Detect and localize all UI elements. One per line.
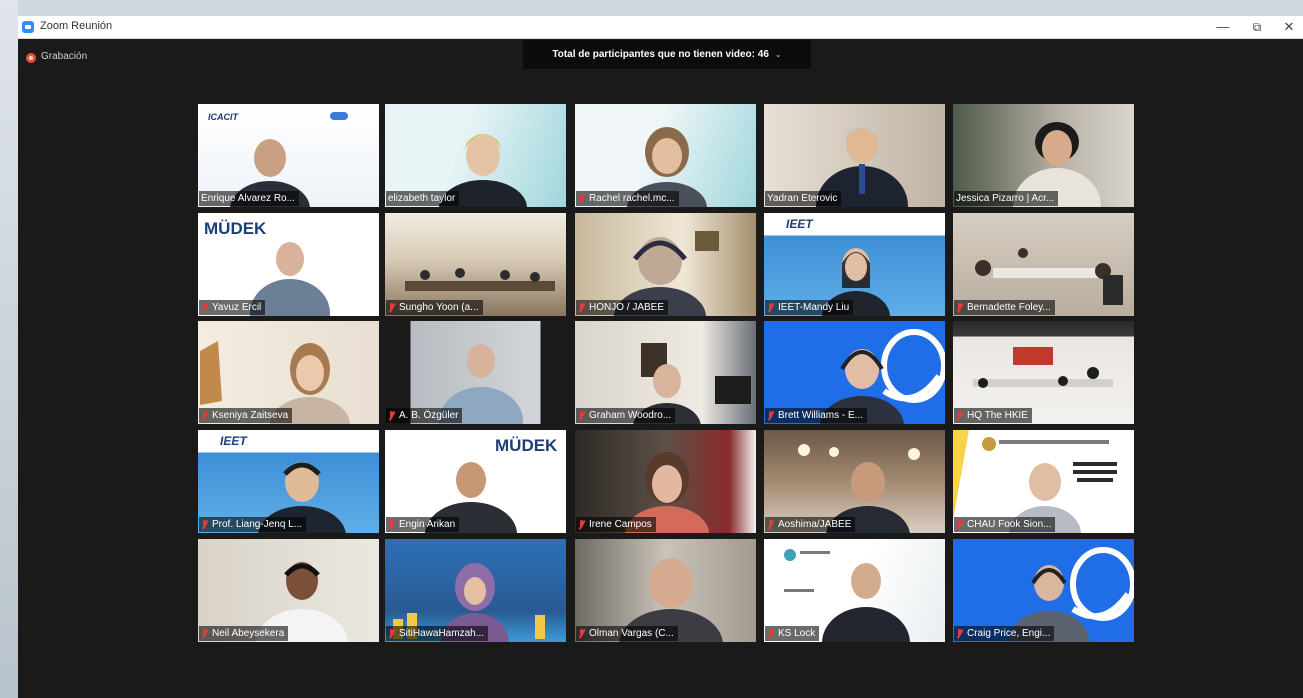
- participant-name: Yavuz Ercil: [199, 300, 266, 315]
- video-tile[interactable]: Yadran Eterovic: [764, 104, 945, 207]
- no-video-participants-banner[interactable]: Total de participantes que no tienen vid…: [523, 40, 811, 69]
- participant-name: Olman Vargas (C...: [576, 626, 678, 641]
- video-tile[interactable]: SitiHawaHamzah...: [385, 539, 566, 642]
- zoom-app-icon: [22, 21, 34, 33]
- muted-microphone-icon: [956, 302, 963, 313]
- video-tile[interactable]: Olman Vargas (C...: [575, 539, 756, 642]
- video-tile[interactable]: HQ The HKIE: [953, 321, 1134, 424]
- muted-microphone-icon: [388, 519, 395, 530]
- muted-microphone-icon: [201, 628, 208, 639]
- muted-microphone-icon: [201, 302, 208, 313]
- muted-microphone-icon: [578, 193, 585, 204]
- banner-text: Total de participantes que no tienen vid…: [552, 49, 769, 60]
- video-tile[interactable]: Kseniya Zaitseva: [198, 321, 379, 424]
- recording-label: Grabación: [41, 51, 88, 62]
- video-tile[interactable]: Graham Woodro...: [575, 321, 756, 424]
- participant-name: HQ The HKIE: [954, 408, 1032, 423]
- video-tile[interactable]: elizabeth taylor: [385, 104, 566, 207]
- record-icon: [26, 53, 36, 63]
- title-bar: Zoom Reunión — ⧉ ✕: [18, 16, 1303, 39]
- participant-name: Enrique Alvarez Ro...: [199, 191, 299, 206]
- video-tile[interactable]: Neil Abeysekera: [198, 539, 379, 642]
- muted-microphone-icon: [767, 519, 774, 530]
- chevron-down-icon: ⌄: [774, 50, 782, 59]
- participant-name: IEET-Mandy Liu: [765, 300, 854, 315]
- video-tile[interactable]: Rachel rachel.mc...: [575, 104, 756, 207]
- muted-microphone-icon: [767, 410, 774, 421]
- video-tile[interactable]: Jessica Pizarro | Acr...: [953, 104, 1134, 207]
- participant-name: A. B. Özgüler: [386, 408, 463, 423]
- participant-name: HONJO / JABEE: [576, 300, 669, 315]
- video-tile[interactable]: Bernadette Foley...: [953, 213, 1134, 316]
- muted-microphone-icon: [956, 410, 963, 421]
- video-tile[interactable]: A. B. Özgüler: [385, 321, 566, 424]
- minimize-button[interactable]: —: [1210, 18, 1236, 36]
- desktop-edge: [0, 0, 18, 698]
- participant-name: Brett Williams - E...: [765, 408, 868, 423]
- video-tile[interactable]: CHAU Fook Sion...: [953, 430, 1134, 533]
- participant-name: KS Lock: [765, 626, 820, 641]
- video-tile[interactable]: Aoshima/JABEE: [764, 430, 945, 533]
- muted-microphone-icon: [956, 519, 963, 530]
- muted-microphone-icon: [578, 302, 585, 313]
- participant-name: CHAU Fook Sion...: [954, 517, 1056, 532]
- muted-microphone-icon: [388, 628, 395, 639]
- participant-name: Jessica Pizarro | Acr...: [954, 191, 1059, 206]
- video-tile[interactable]: Irene Campos: [575, 430, 756, 533]
- video-tile[interactable]: Brett Williams - E...: [764, 321, 945, 424]
- video-tile[interactable]: KS Lock: [764, 539, 945, 642]
- participant-name: Kseniya Zaitseva: [199, 408, 293, 423]
- participant-name: Sungho Yoon (a...: [386, 300, 483, 315]
- maximize-button[interactable]: ⧉: [1244, 18, 1270, 36]
- video-tile[interactable]: Craig Price, Engi...: [953, 539, 1134, 642]
- window-title: Zoom Reunión: [40, 20, 113, 32]
- muted-microphone-icon: [956, 628, 963, 639]
- participant-name: Irene Campos: [576, 517, 656, 532]
- participant-name: Graham Woodro...: [576, 408, 676, 423]
- participant-name: SitiHawaHamzah...: [386, 626, 489, 641]
- muted-microphone-icon: [201, 519, 208, 530]
- participant-name: Craig Price, Engi...: [954, 626, 1055, 641]
- video-tile[interactable]: MÜDEK Yavuz Ercil: [198, 213, 379, 316]
- muted-microphone-icon: [767, 628, 774, 639]
- zoom-window: Zoom Reunión — ⧉ ✕ Grabación Total de pa…: [18, 16, 1303, 698]
- close-button[interactable]: ✕: [1276, 18, 1302, 36]
- video-tile[interactable]: MÜDEK Engin Arikan: [385, 430, 566, 533]
- participant-name: Yadran Eterovic: [765, 191, 842, 206]
- participant-name: Bernadette Foley...: [954, 300, 1055, 315]
- participant-name: Rachel rachel.mc...: [576, 191, 679, 206]
- muted-microphone-icon: [578, 628, 585, 639]
- muted-microphone-icon: [388, 302, 395, 313]
- muted-microphone-icon: [578, 410, 585, 421]
- video-tile[interactable]: IEET Prof. Liang-Jenq L...: [198, 430, 379, 533]
- muted-microphone-icon: [201, 410, 208, 421]
- participant-name: Neil Abeysekera: [199, 626, 289, 641]
- video-tile[interactable]: IEET IEET-Mandy Liu: [764, 213, 945, 316]
- participant-name: Prof. Liang-Jenq L...: [199, 517, 307, 532]
- video-tile[interactable]: Sungho Yoon (a...: [385, 213, 566, 316]
- participant-name: Engin Arikan: [386, 517, 460, 532]
- participant-name: Aoshima/JABEE: [765, 517, 856, 532]
- video-tile[interactable]: ICACIT Enrique Alvarez Ro...: [198, 104, 379, 207]
- muted-microphone-icon: [578, 519, 585, 530]
- video-tile[interactable]: HONJO / JABEE: [575, 213, 756, 316]
- participant-name: elizabeth taylor: [386, 191, 460, 206]
- muted-microphone-icon: [767, 302, 774, 313]
- muted-microphone-icon: [388, 410, 395, 421]
